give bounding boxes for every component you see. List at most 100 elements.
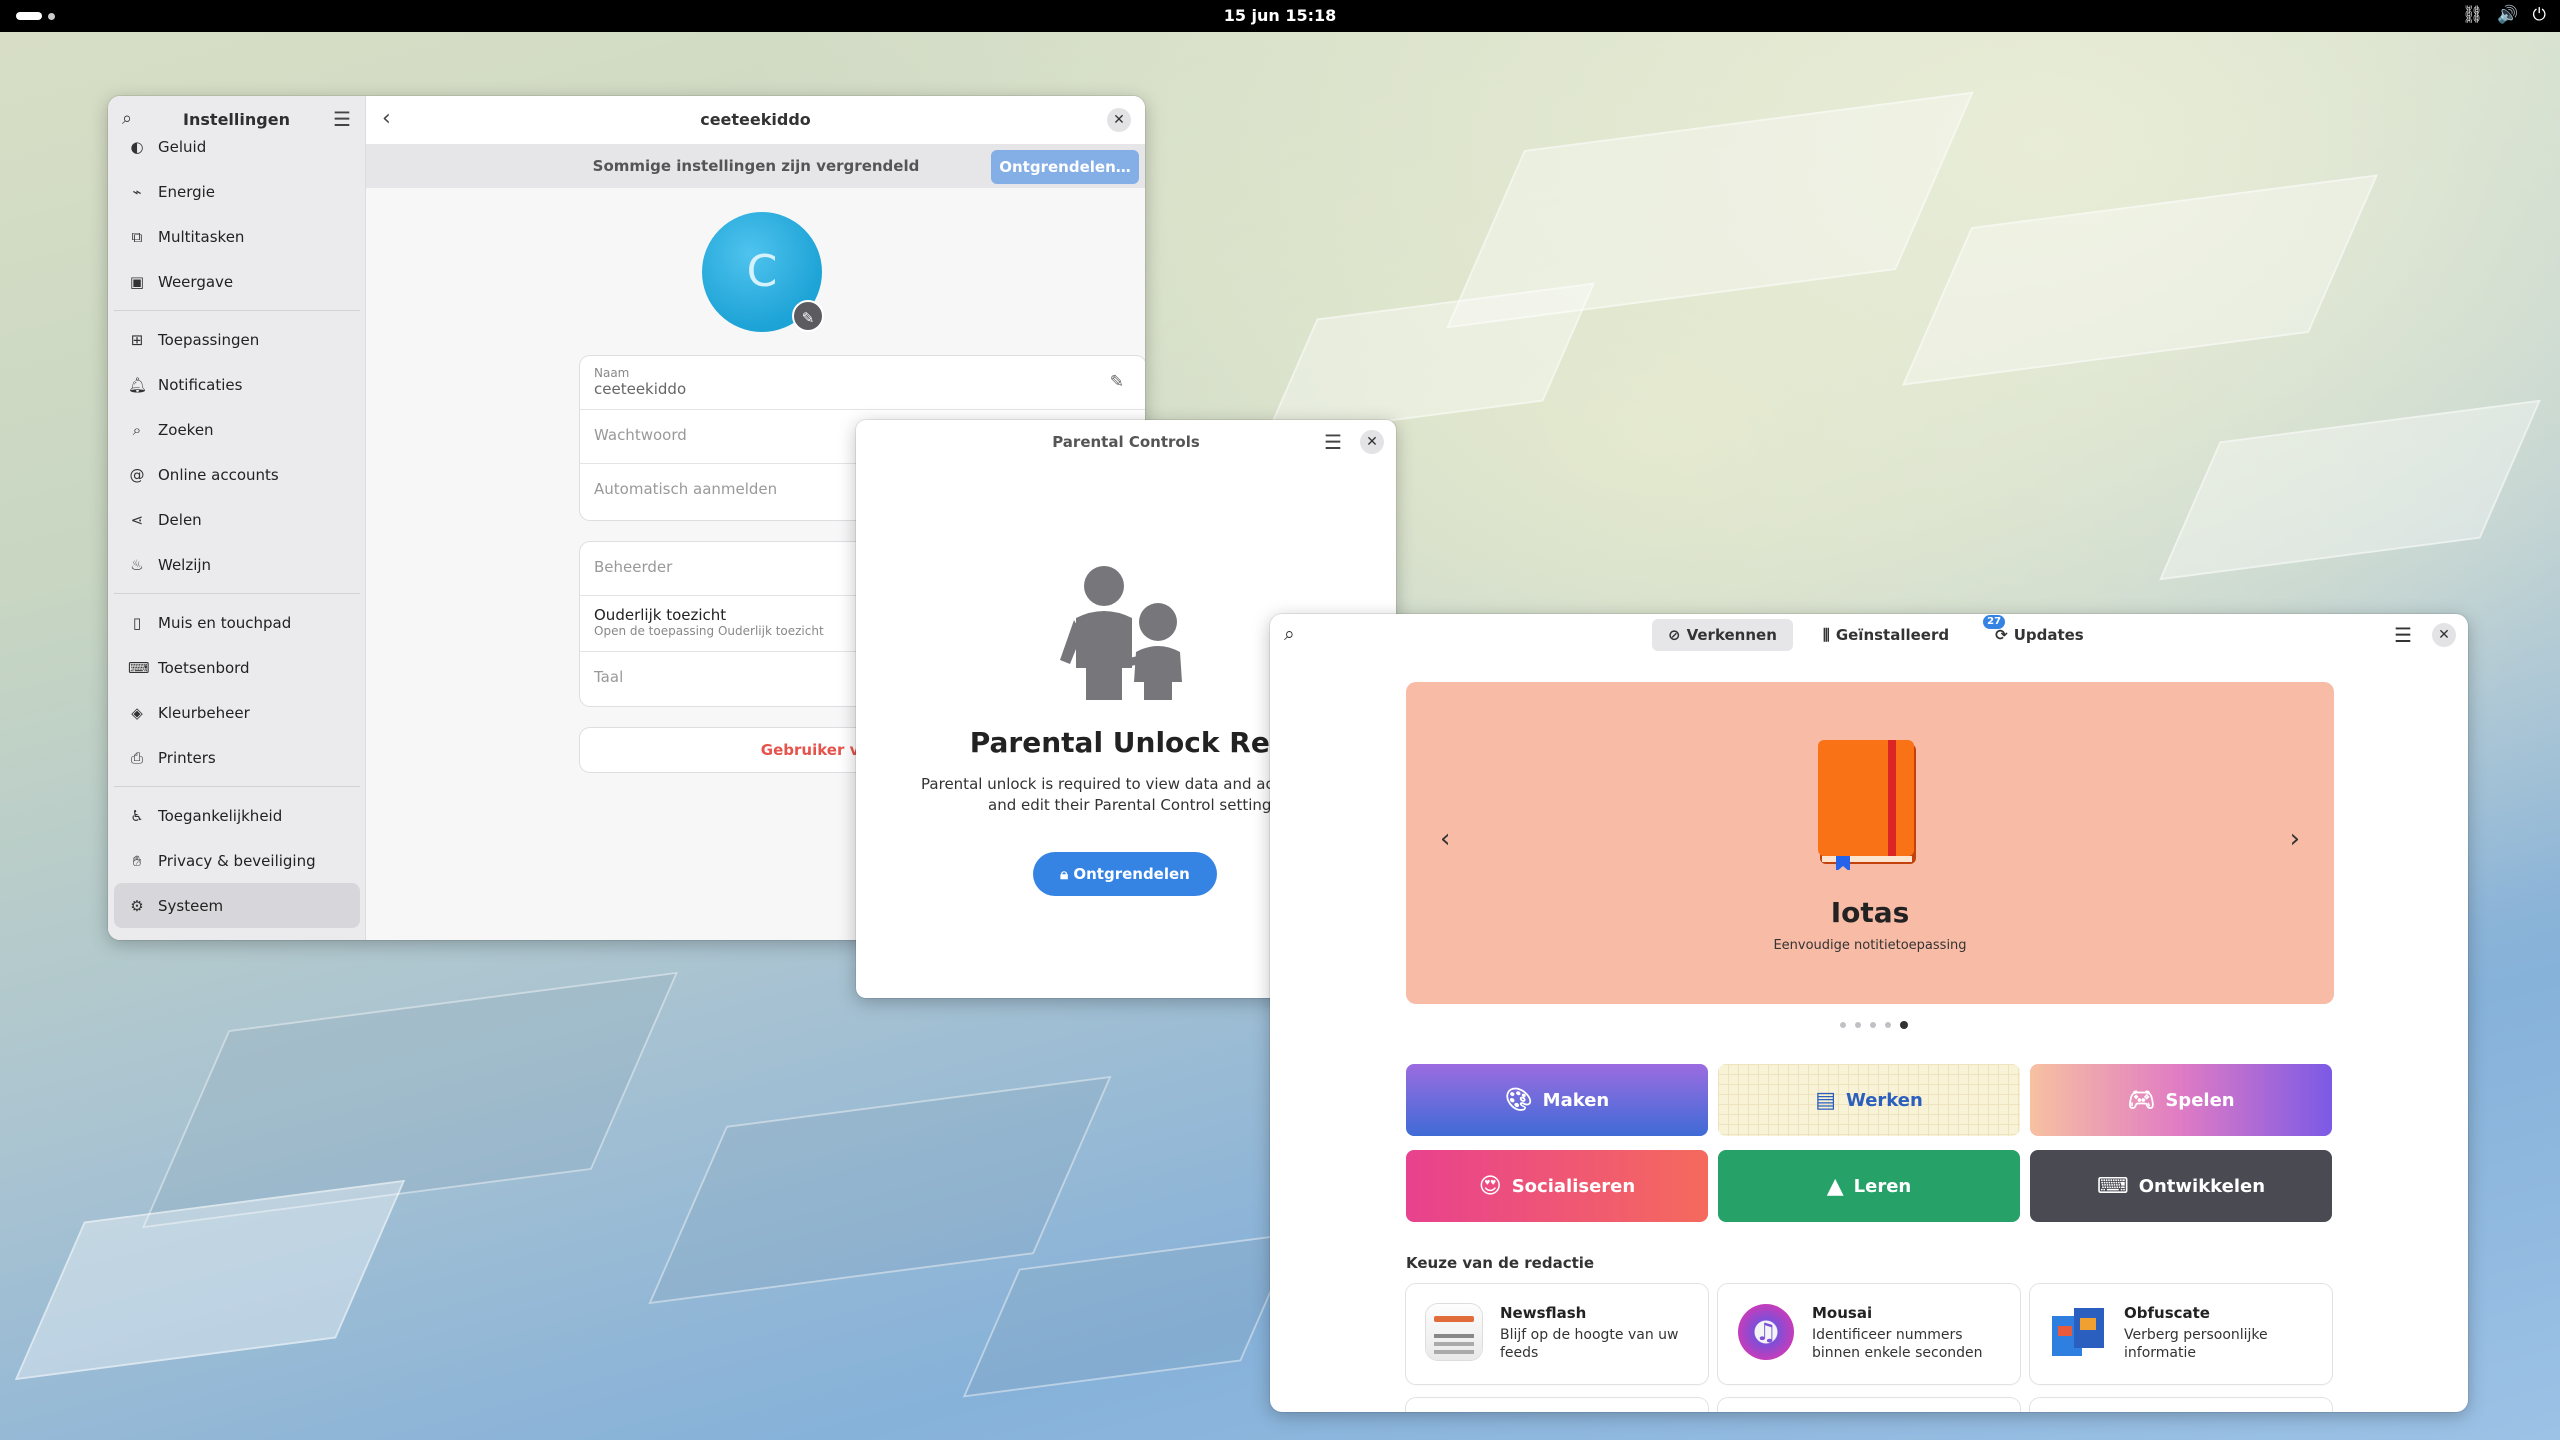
system-tray[interactable]: ⛓ 🔊 ⏻ — [2462, 5, 2546, 25]
network-icon[interactable]: ⛓ — [2462, 5, 2484, 25]
search-icon[interactable]: ⌕ — [1284, 623, 1295, 645]
category-socialiseren[interactable]: 😍︎ Socialiseren — [1406, 1150, 1708, 1222]
top-bar: 15 jun 15:18 ⛓ 🔊 ⏻ — [0, 0, 2560, 32]
clock[interactable]: 15 jun 15:18 — [0, 6, 2560, 25]
avatar: C ✎ — [702, 212, 824, 332]
tab-label: Verkennen — [1686, 626, 1777, 644]
name-row[interactable]: Naam ceeteekiddo ✎ — [580, 356, 1145, 410]
terminal-icon: ⌨ — [2096, 1173, 2129, 1199]
sidebar-item-privacy[interactable]: ✋︎ Privacy & beveiliging — [108, 838, 366, 883]
tab-label: Updates — [2013, 626, 2084, 644]
chevron-right-icon[interactable]: › — [2290, 824, 2300, 854]
app-name: Newsflash — [1500, 1304, 1587, 1322]
newsflash-icon — [1426, 1304, 1482, 1360]
learn-icon: ▲ — [1826, 1173, 1844, 1199]
hamburger-menu-icon[interactable]: ☰ — [2394, 623, 2412, 647]
unlock-button[interactable]: Ontgrendelen… — [991, 150, 1139, 184]
sidebar-item-label: Energie — [158, 182, 216, 201]
app-tile-obfuscate[interactable]: Obfuscate Verberg persoonlijke informati… — [2030, 1284, 2332, 1384]
sidebar-item-zoeken[interactable]: ⌕ Zoeken — [108, 407, 366, 452]
parental-header: Parental Controls ☰ ✕ — [856, 420, 1396, 464]
sidebar-separator — [114, 786, 360, 787]
carousel-dot[interactable] — [1885, 1022, 1891, 1028]
sidebar-item-label: Toepassingen — [158, 330, 260, 349]
tab-label: Geïnstalleerd — [1835, 626, 1950, 644]
sidebar-item-toetsenbord[interactable]: ⌨ Toetsenbord — [108, 645, 366, 690]
close-button[interactable]: ✕ — [1107, 108, 1131, 132]
sidebar-separator — [114, 593, 360, 594]
sidebar-item-label: Kleurbeheer — [158, 703, 250, 722]
tab-updates[interactable]: 27 ⟳ Updates — [1979, 615, 2100, 651]
bell-icon: 🔔︎ — [128, 375, 148, 394]
carousel-dot[interactable] — [1855, 1022, 1861, 1028]
hamburger-menu-icon[interactable]: ☰ — [1324, 430, 1342, 454]
sidebar-item-delen[interactable]: ⋖ Delen — [108, 497, 366, 542]
close-button[interactable]: ✕ — [1360, 430, 1384, 454]
sidebar-item-online-accounts[interactable]: @ Online accounts — [108, 452, 366, 497]
iotas-app-icon — [1818, 740, 1916, 870]
sidebar-item-muis-en-touchpad[interactable]: ▯ Muis en touchpad — [108, 600, 366, 645]
work-icon: ▤ — [1815, 1087, 1836, 1113]
sidebar-item-energie[interactable]: ⌁ Energie — [108, 169, 366, 214]
app-tile-newsflash[interactable]: Newsflash Blijf op de hoogte van uw feed… — [1406, 1284, 1708, 1384]
app-tile-partial[interactable] — [2030, 1398, 2332, 1412]
category-werken[interactable]: ▤ Werken — [1718, 1064, 2020, 1136]
sidebar-item-multitasken[interactable]: ⧉ Multitasken — [108, 214, 366, 259]
name-value: ceeteekiddo — [594, 380, 687, 398]
carousel-indicator[interactable] — [1840, 1021, 1908, 1029]
pencil-icon[interactable]: ✎ — [1110, 372, 1124, 392]
create-icon: 🎨︎ — [1504, 1087, 1533, 1113]
hand-icon: ✋︎ — [132, 851, 142, 870]
app-tile-partial[interactable] — [1718, 1398, 2020, 1412]
sidebar-item-label: Privacy & beveiliging — [158, 851, 316, 870]
sidebar-item-toepassingen[interactable]: ⊞ Toepassingen — [108, 317, 366, 362]
tab-geinstalleerd[interactable]: ⫼ Geïnstalleerd — [1807, 619, 1965, 651]
category-leren[interactable]: ▲ Leren — [1718, 1150, 2020, 1222]
sidebar-item-printers[interactable]: ⎙ Printers — [108, 735, 366, 780]
avatar-letter: C — [746, 246, 778, 297]
sidebar-item-label: Zoeken — [158, 420, 214, 439]
app-tile-partial[interactable] — [1406, 1398, 1708, 1412]
main-header: ‹ ceeteekiddo ✕ — [366, 96, 1145, 144]
locked-banner: Sommige instellingen zijn vergrendeld On… — [366, 144, 1145, 188]
sidebar-item-label: Printers — [158, 748, 216, 767]
window-title: Parental Controls — [1052, 433, 1200, 451]
sidebar-item-label: Geluid — [158, 137, 207, 156]
sidebar-item-welzijn[interactable]: ♨ Welzijn — [108, 542, 366, 587]
sidebar-separator — [114, 310, 360, 311]
mousai-icon: ♫ — [1738, 1304, 1794, 1360]
sidebar-item-systeem[interactable]: ⚙ Systeem — [114, 883, 360, 928]
edit-avatar-button[interactable]: ✎ — [792, 300, 824, 332]
printer-icon: ⎙ — [130, 748, 143, 767]
category-label: Ontwikkelen — [2138, 1175, 2266, 1197]
software-header: ⌕ ⊘ Verkennen ⫼ Geïnstalleerd 27 ⟳ Updates ☰… — [1270, 614, 2468, 656]
tab-verkennen[interactable]: ⊘ Verkennen — [1652, 619, 1793, 651]
sidebar-item-label: Delen — [158, 510, 202, 529]
category-maken[interactable]: 🎨︎ Maken — [1406, 1064, 1708, 1136]
carousel-dot[interactable] — [1840, 1022, 1846, 1028]
app-name: Mousai — [1812, 1304, 1873, 1322]
sidebar-item-kleurbeheer[interactable]: ◈ Kleurbeheer — [108, 690, 366, 735]
sidebar-item-geluid[interactable]: ◐ Geluid — [108, 124, 366, 169]
close-button[interactable]: ✕ — [2432, 623, 2456, 647]
sidebar-item-notificaties[interactable]: 🔔︎ Notificaties — [108, 362, 366, 407]
power-icon[interactable]: ⏻ — [2533, 5, 2546, 25]
app-tile-mousai[interactable]: ♫ Mousai Identificeer nummers binnen enk… — [1718, 1284, 2020, 1384]
wellbeing-icon: ♨ — [130, 555, 144, 574]
featured-carousel[interactable]: ‹ › Iotas Eenvoudige notitietoepassing — [1406, 682, 2334, 1004]
editors-choice-title: Keuze van de redactie — [1406, 1254, 1595, 1272]
app-name: Obfuscate — [2124, 1304, 2210, 1322]
family-icon — [1060, 566, 1182, 700]
category-ontwikkelen[interactable]: ⌨ Ontwikkelen — [2030, 1150, 2332, 1222]
category-spelen[interactable]: 🎮︎ Spelen — [2030, 1064, 2332, 1136]
sidebar-item-toegankelijkheid[interactable]: ♿︎ Toegankelijkheid — [108, 793, 366, 838]
accessibility-icon: ♿︎ — [130, 806, 144, 825]
chevron-left-icon[interactable]: ‹ — [1440, 824, 1450, 854]
sidebar-item-weergave[interactable]: ▣ Weergave — [108, 259, 366, 304]
carousel-dot[interactable] — [1870, 1022, 1876, 1028]
carousel-dot-active[interactable] — [1900, 1021, 1908, 1029]
volume-icon[interactable]: 🔊 — [2497, 5, 2518, 25]
parental-unlock-button[interactable]: 🔒︎ Ontgrendelen — [1033, 852, 1217, 896]
app-description: Verberg persoonlijke informatie — [2124, 1327, 2268, 1361]
sidebar-item-label: Systeem — [158, 896, 224, 915]
